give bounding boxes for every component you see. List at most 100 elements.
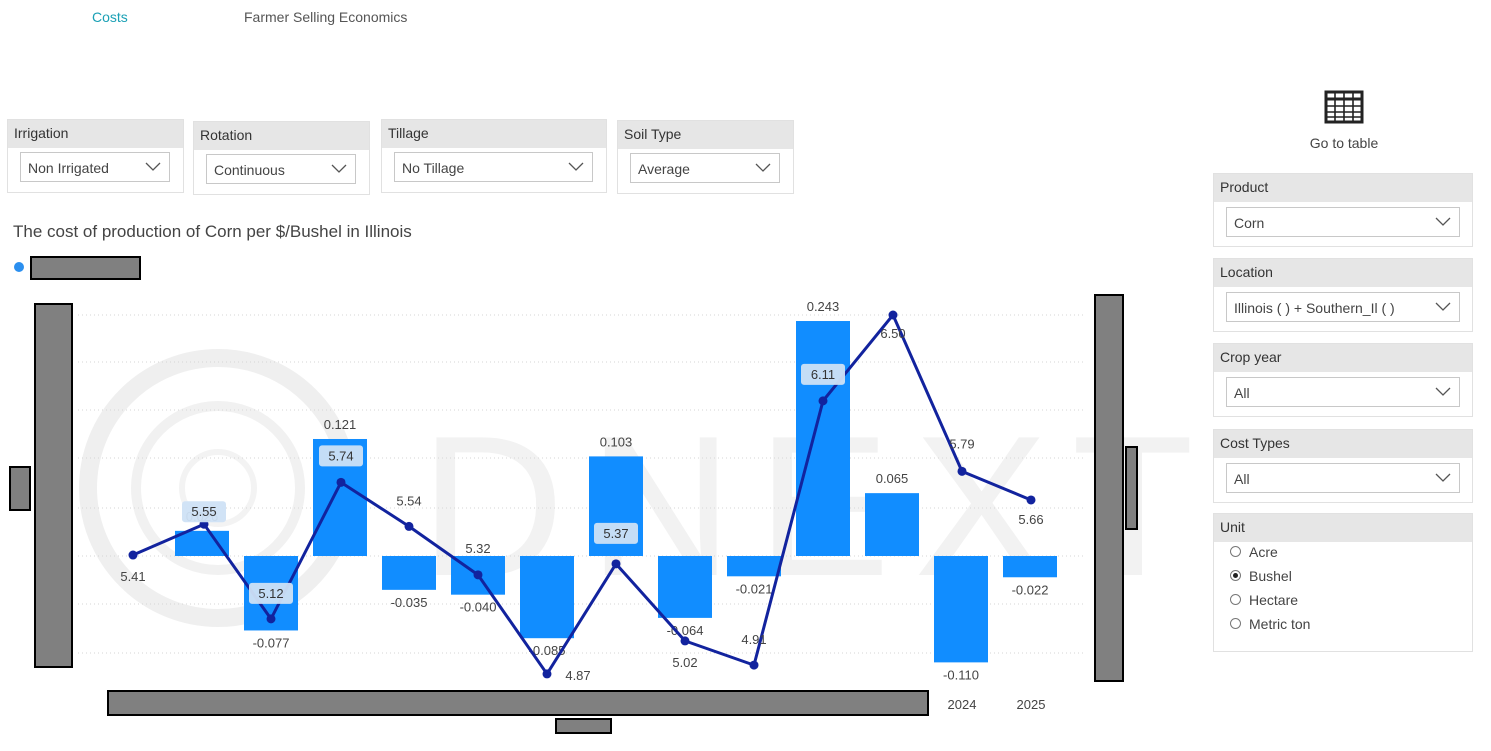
- tillage-dropdown[interactable]: No Tillage: [394, 152, 593, 182]
- bar-data-label: 0.103: [600, 434, 633, 449]
- bar-data-label: -0.040: [460, 600, 497, 615]
- line-path: [132, 313, 1032, 676]
- line-data-label: 5.79: [949, 436, 974, 451]
- line-data-label: 5.41: [120, 569, 145, 584]
- tillage-label: Tillage: [382, 120, 606, 148]
- unit-option-bushel[interactable]: Bushel: [1230, 566, 1292, 586]
- chevron-down-icon: [1435, 217, 1451, 226]
- bar-data-label: -0.035: [391, 595, 428, 610]
- line-data-label: 5.02: [672, 655, 697, 670]
- product-value: Corn: [1234, 215, 1265, 231]
- line-point: [1026, 495, 1036, 505]
- bar-data-label: -0.022: [1012, 582, 1049, 597]
- line-point: [888, 310, 898, 320]
- bar: [313, 438, 367, 556]
- redacted-y-axis-left-tab: [9, 466, 31, 511]
- bar-data-label: 0.121: [324, 417, 357, 432]
- location-slicer: Location Illinois ( ) + Southern_Il ( ): [1213, 258, 1473, 332]
- crop-year-label: Crop year: [1214, 344, 1472, 372]
- bar-data-label: -0.085: [529, 643, 566, 658]
- radio-button[interactable]: [1230, 545, 1241, 557]
- line-data-label: 6.11: [811, 367, 835, 382]
- go-to-table-button[interactable]: Go to table: [1290, 90, 1398, 151]
- line-data-label: 5.55: [191, 504, 216, 519]
- line-point: [473, 570, 483, 580]
- bar: [865, 493, 919, 556]
- line-data-label: 5.37: [603, 526, 628, 541]
- bar: [451, 556, 505, 595]
- bar: [934, 556, 988, 663]
- cost-types-value: All: [1234, 471, 1250, 487]
- unit-option-label: Bushel: [1249, 568, 1292, 584]
- bar: [520, 556, 574, 639]
- bar-data-label: -0.077: [253, 635, 290, 650]
- line-point: [128, 550, 138, 560]
- redacted-legend-label: [30, 256, 141, 280]
- redacted-x-axis-tab: [555, 718, 612, 734]
- chart-grid: [78, 314, 1086, 654]
- rotation-slicer: Rotation Continuous: [193, 121, 370, 195]
- bar-series: 0.026 -0.077 0.121 -0.035 -0.040 -0.085 0.103 -…: [175, 299, 1057, 682]
- chevron-down-icon: [331, 164, 347, 173]
- chevron-down-icon: [145, 162, 161, 171]
- crop-year-value: All: [1234, 385, 1250, 401]
- line-point: [199, 519, 209, 529]
- unit-option-metric-ton[interactable]: Metric ton: [1230, 614, 1310, 634]
- redacted-x-axis: [107, 690, 929, 716]
- bar: [796, 321, 850, 556]
- line-data-label: 5.66: [1018, 512, 1043, 527]
- chart-title: The cost of production of Corn per $/Bus…: [13, 222, 412, 241]
- location-label: Location: [1214, 259, 1472, 287]
- chevron-down-icon: [1435, 473, 1451, 482]
- unit-option-hectare[interactable]: Hectare: [1230, 590, 1298, 610]
- product-label: Product: [1214, 174, 1472, 202]
- redacted-y-axis-right-tab: [1125, 446, 1138, 530]
- bar-data-label: 0.065: [876, 471, 909, 486]
- line-data-label: 4.91: [741, 632, 766, 647]
- rotation-label: Rotation: [194, 122, 369, 150]
- tab-farmer-selling-economics[interactable]: Farmer Selling Economics: [244, 9, 407, 25]
- x-tick-label: 2024: [948, 697, 977, 712]
- product-dropdown[interactable]: Corn: [1226, 207, 1460, 237]
- unit-option-acre[interactable]: Acre: [1230, 542, 1278, 562]
- irrigation-label: Irrigation: [8, 120, 183, 148]
- line-data-label: 4.87: [565, 668, 590, 683]
- bar: [589, 456, 643, 556]
- unit-option-label: Metric ton: [1249, 616, 1311, 632]
- cost-types-dropdown[interactable]: All: [1226, 463, 1460, 493]
- line-point: [542, 669, 552, 679]
- unit-option-label: Acre: [1249, 544, 1278, 560]
- radio-button[interactable]: [1230, 593, 1241, 605]
- soil-type-dropdown[interactable]: Average: [630, 153, 780, 183]
- bar-data-label: -0.110: [943, 667, 979, 682]
- line-data-label: 5.74: [328, 448, 353, 463]
- unit-option-label: Hectare: [1249, 592, 1299, 608]
- x-axis: 2024 2025: [948, 697, 1046, 712]
- location-dropdown[interactable]: Illinois ( ) + Southern_Il ( ): [1226, 292, 1460, 322]
- chevron-down-icon: [755, 163, 771, 172]
- crop-year-slicer: Crop year All: [1213, 343, 1473, 417]
- radio-button-selected[interactable]: [1230, 569, 1241, 581]
- line-point: [336, 477, 346, 487]
- line-data-label: 6.50: [880, 326, 905, 341]
- redacted-y-axis-left: [34, 303, 73, 668]
- crop-year-dropdown[interactable]: All: [1226, 377, 1460, 407]
- bar: [1003, 556, 1057, 578]
- irrigation-dropdown[interactable]: Non Irrigated: [20, 152, 170, 182]
- irrigation-slicer: Irrigation Non Irrigated: [7, 119, 184, 193]
- line-point: [680, 636, 690, 646]
- chevron-down-icon: [1435, 302, 1451, 311]
- line-label-box: [249, 582, 293, 604]
- dnext-watermark: DNEXT: [79, 349, 1194, 627]
- bar: [175, 530, 229, 556]
- radio-button[interactable]: [1230, 617, 1241, 629]
- bar-data-label: 0.243: [807, 299, 840, 314]
- bar: [727, 556, 781, 577]
- rotation-dropdown[interactable]: Continuous: [206, 154, 356, 184]
- soil-type-slicer: Soil Type Average: [617, 120, 794, 194]
- cost-types-slicer: Cost Types All: [1213, 429, 1473, 503]
- line-point: [749, 660, 759, 670]
- bar: [244, 556, 298, 631]
- tab-costs[interactable]: Costs: [92, 9, 128, 25]
- bar-data-label: -0.021: [736, 581, 773, 596]
